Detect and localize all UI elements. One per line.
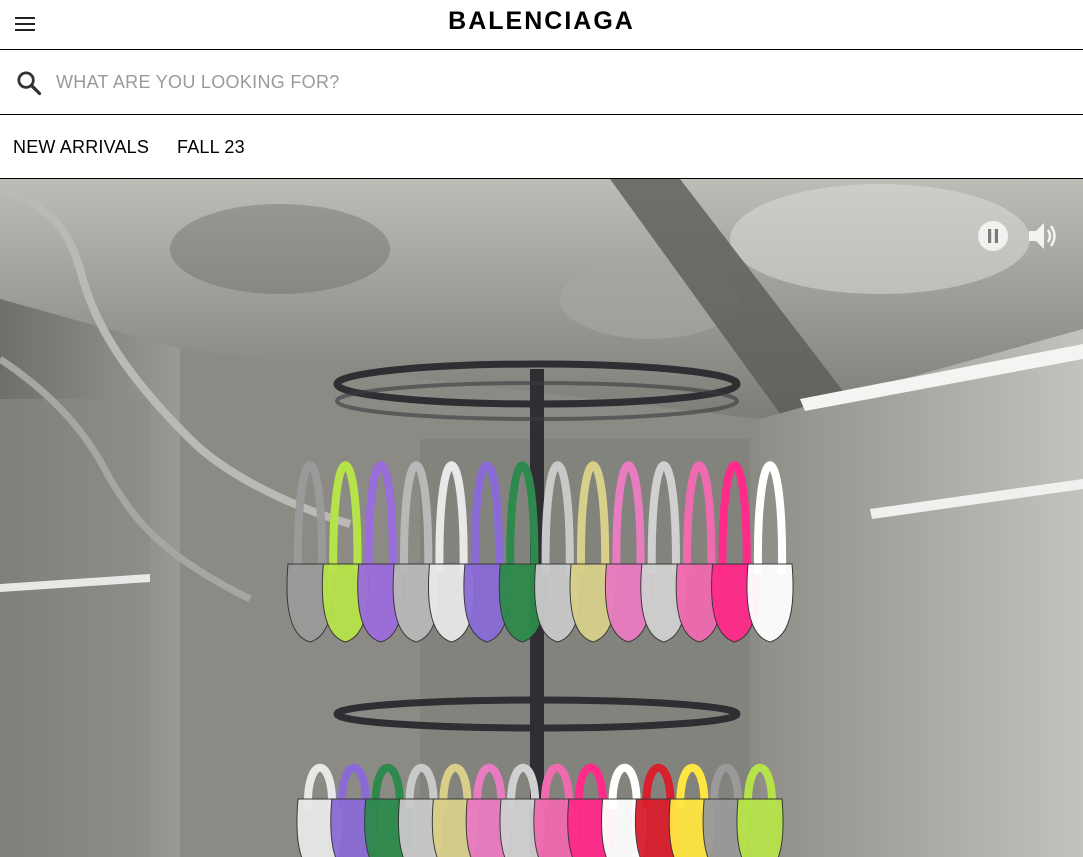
brand-logo[interactable]: BALENCIAGA: [0, 7, 1083, 36]
nav-item-new-arrivals[interactable]: NEW ARRIVALS: [13, 137, 149, 158]
search-input[interactable]: [56, 66, 956, 98]
category-nav: NEW ARRIVALS FALL 23: [0, 115, 1083, 179]
hero-scene-image: [0, 179, 1083, 857]
hero-video[interactable]: [0, 179, 1083, 857]
search-icon[interactable]: [15, 69, 43, 97]
speaker-volume-icon[interactable]: [1027, 220, 1061, 252]
pause-icon[interactable]: [976, 219, 1010, 253]
nav-item-fall-23[interactable]: FALL 23: [177, 137, 245, 158]
search-bar: [0, 50, 1083, 115]
site-header: BALENCIAGA: [0, 0, 1083, 50]
bag-body: [736, 798, 784, 857]
